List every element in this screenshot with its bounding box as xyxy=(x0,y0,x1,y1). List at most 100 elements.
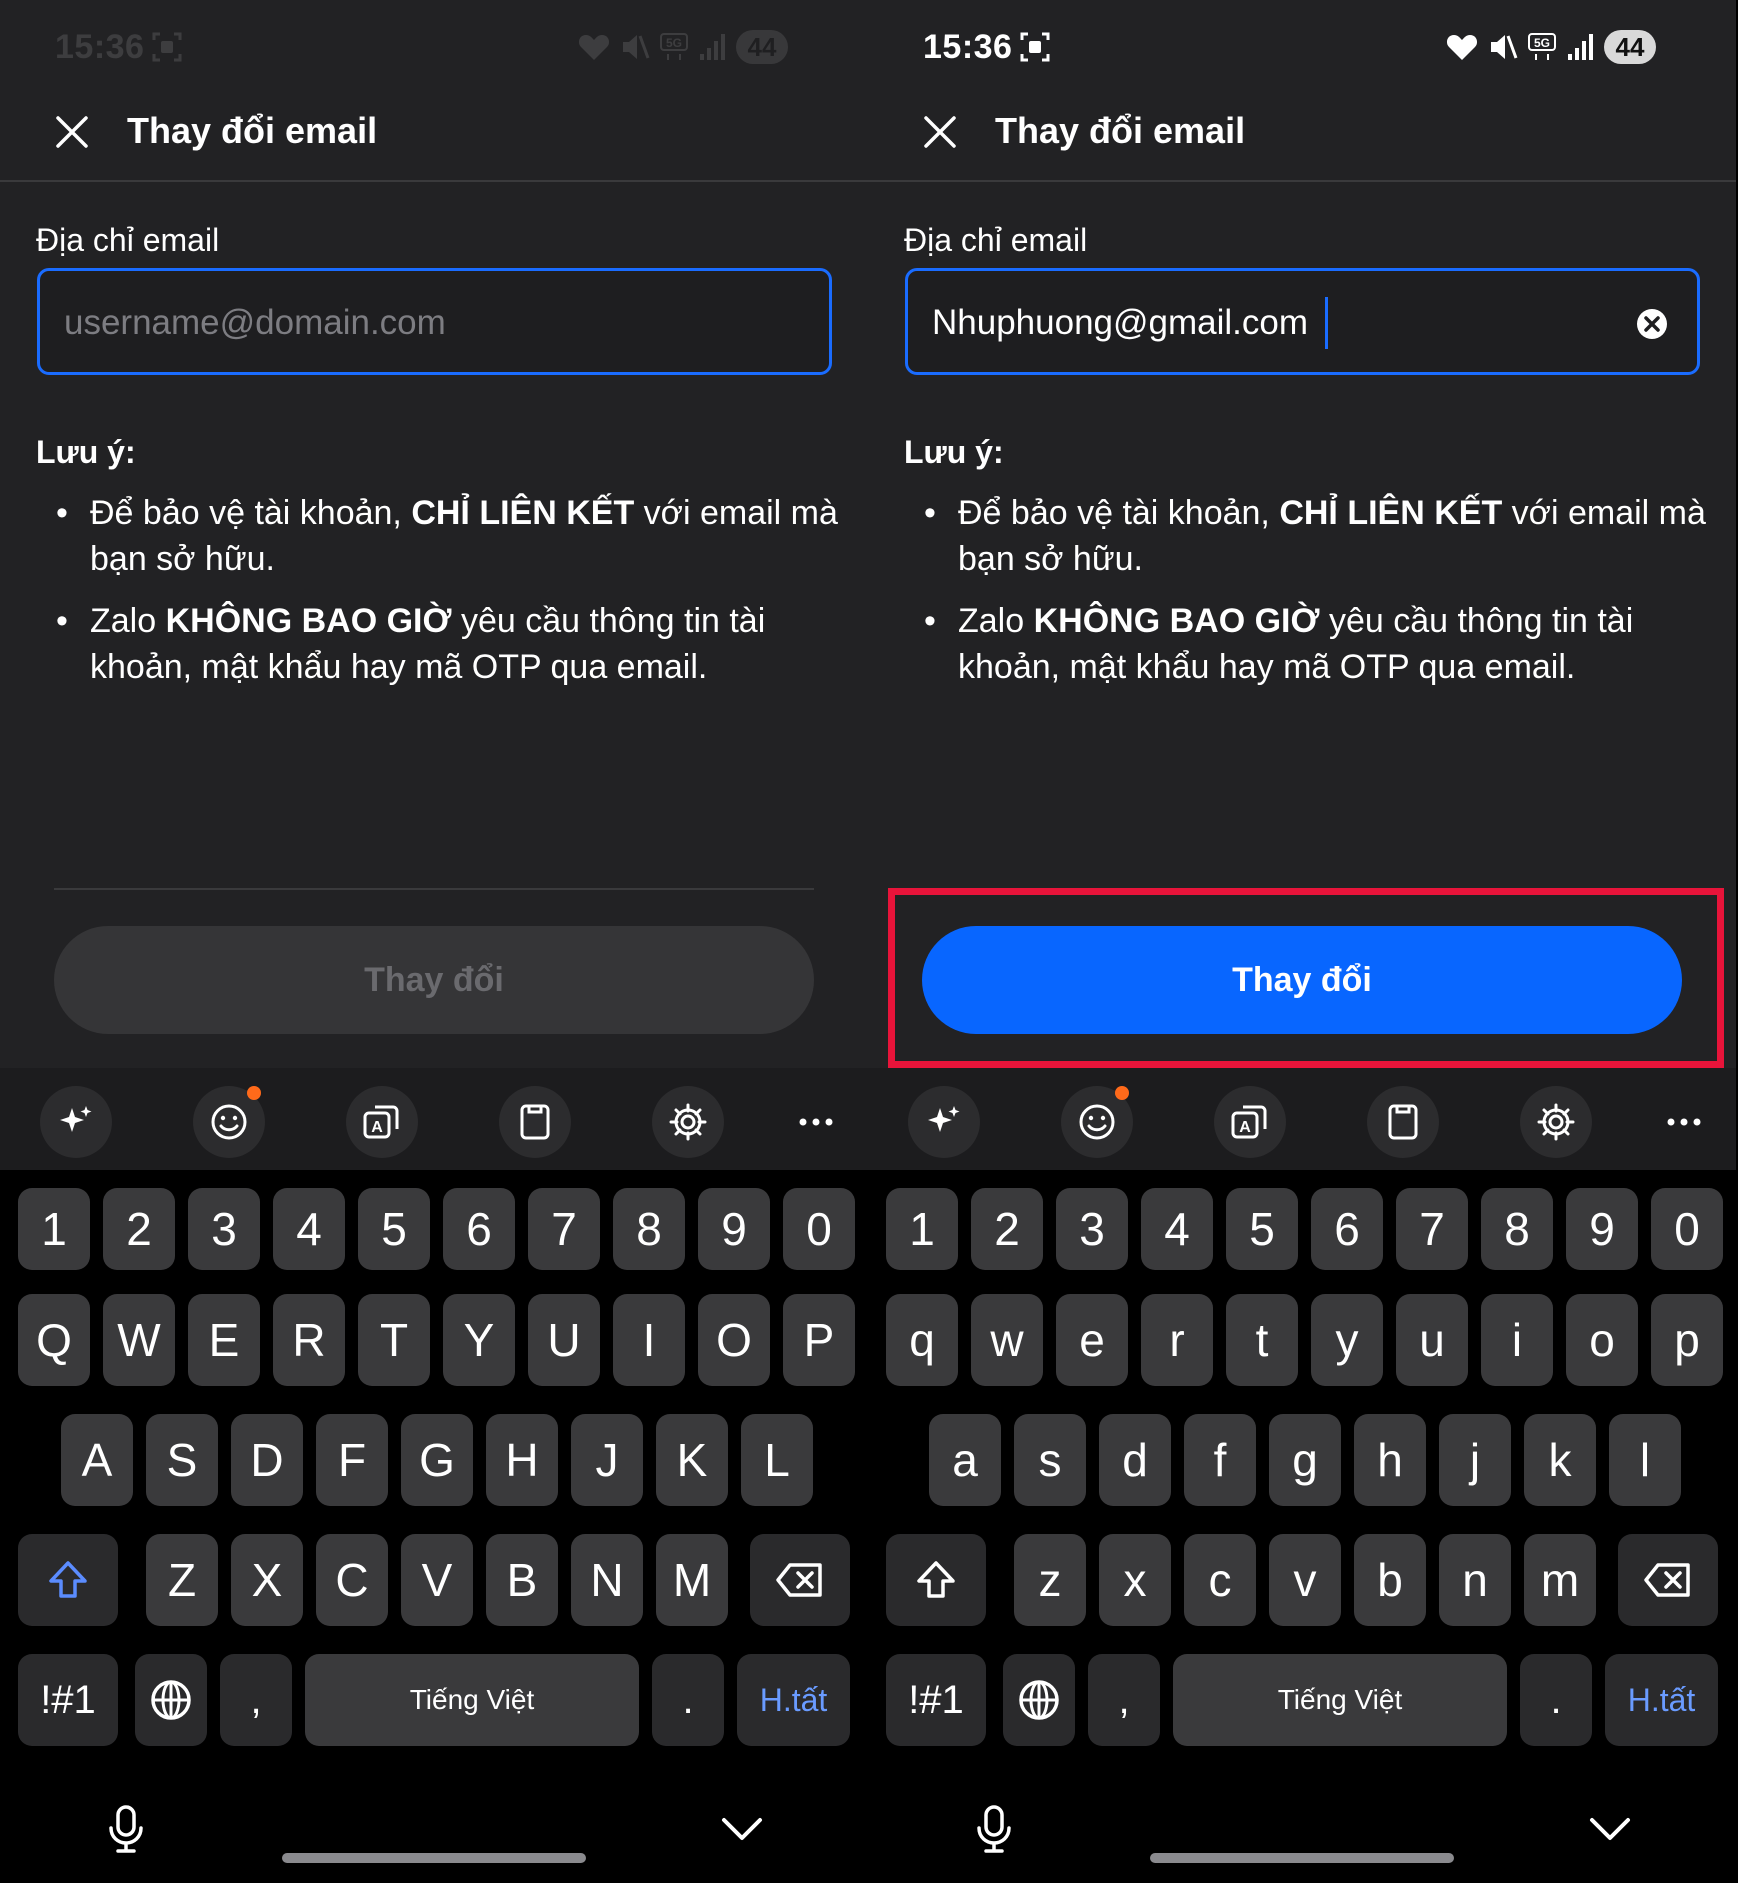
key[interactable]: j xyxy=(1439,1414,1511,1506)
key[interactable]: e xyxy=(1056,1294,1128,1386)
language-key[interactable] xyxy=(135,1654,207,1746)
key[interactable]: 7 xyxy=(1396,1188,1468,1270)
key[interactable]: w xyxy=(971,1294,1043,1386)
key[interactable]: W xyxy=(103,1294,175,1386)
key[interactable]: 4 xyxy=(1141,1188,1213,1270)
key[interactable]: 8 xyxy=(1481,1188,1553,1270)
email-field[interactable]: Nhuphuong@gmail.com xyxy=(905,268,1700,375)
key[interactable]: 8 xyxy=(613,1188,685,1270)
key[interactable]: r xyxy=(1141,1294,1213,1386)
key[interactable]: x xyxy=(1099,1534,1171,1626)
done-key[interactable]: H.tất xyxy=(1605,1654,1718,1746)
key[interactable]: 0 xyxy=(783,1188,855,1270)
key[interactable]: G xyxy=(401,1414,473,1506)
key[interactable]: t xyxy=(1226,1294,1298,1386)
shift-key[interactable] xyxy=(18,1534,118,1626)
key[interactable]: 0 xyxy=(1651,1188,1723,1270)
key[interactable]: 3 xyxy=(188,1188,260,1270)
space-key[interactable]: Tiếng Việt xyxy=(1173,1654,1507,1746)
microphone-icon[interactable] xyxy=(974,1804,1014,1854)
key[interactable]: A xyxy=(61,1414,133,1506)
home-indicator[interactable] xyxy=(282,1853,586,1863)
key[interactable]: E xyxy=(188,1294,260,1386)
key[interactable]: h xyxy=(1354,1414,1426,1506)
key[interactable]: L xyxy=(741,1414,813,1506)
emoji-button[interactable] xyxy=(193,1086,265,1158)
key[interactable]: S xyxy=(146,1414,218,1506)
key[interactable]: 7 xyxy=(528,1188,600,1270)
translate-button[interactable]: A xyxy=(1214,1086,1286,1158)
key[interactable]: Z xyxy=(146,1534,218,1626)
clear-text-icon[interactable] xyxy=(1635,307,1669,341)
key[interactable]: V xyxy=(401,1534,473,1626)
key[interactable]: 1 xyxy=(18,1188,90,1270)
key[interactable]: k xyxy=(1524,1414,1596,1506)
key[interactable]: 9 xyxy=(1566,1188,1638,1270)
more-options-button[interactable] xyxy=(780,1086,852,1158)
space-key[interactable]: Tiếng Việt xyxy=(305,1654,639,1746)
clipboard-button[interactable] xyxy=(1367,1086,1439,1158)
translate-button[interactable]: A xyxy=(346,1086,418,1158)
key[interactable]: u xyxy=(1396,1294,1468,1386)
change-email-button[interactable]: Thay đổi xyxy=(54,926,814,1034)
key[interactable]: 3 xyxy=(1056,1188,1128,1270)
clipboard-button[interactable] xyxy=(499,1086,571,1158)
key[interactable]: f xyxy=(1184,1414,1256,1506)
key[interactable]: X xyxy=(231,1534,303,1626)
home-indicator[interactable] xyxy=(1150,1853,1454,1863)
period-key[interactable]: . xyxy=(1520,1654,1592,1746)
key[interactable]: N xyxy=(571,1534,643,1626)
key[interactable]: z xyxy=(1014,1534,1086,1626)
key[interactable]: F xyxy=(316,1414,388,1506)
key[interactable]: R xyxy=(273,1294,345,1386)
key[interactable]: Y xyxy=(443,1294,515,1386)
language-key[interactable] xyxy=(1003,1654,1075,1746)
key[interactable]: 6 xyxy=(1311,1188,1383,1270)
key[interactable]: p xyxy=(1651,1294,1723,1386)
key[interactable]: O xyxy=(698,1294,770,1386)
key[interactable]: y xyxy=(1311,1294,1383,1386)
email-field[interactable]: username@domain.com xyxy=(37,268,832,375)
done-key[interactable]: H.tất xyxy=(737,1654,850,1746)
key[interactable]: I xyxy=(613,1294,685,1386)
key[interactable]: K xyxy=(656,1414,728,1506)
key[interactable]: U xyxy=(528,1294,600,1386)
close-icon[interactable] xyxy=(52,112,92,152)
key[interactable]: g xyxy=(1269,1414,1341,1506)
key[interactable]: q xyxy=(886,1294,958,1386)
backspace-key[interactable] xyxy=(1618,1534,1718,1626)
key[interactable]: n xyxy=(1439,1534,1511,1626)
key[interactable]: J xyxy=(571,1414,643,1506)
key[interactable]: a xyxy=(929,1414,1001,1506)
key[interactable]: 2 xyxy=(971,1188,1043,1270)
key[interactable]: i xyxy=(1481,1294,1553,1386)
comma-key[interactable]: , xyxy=(1088,1654,1160,1746)
key[interactable]: 6 xyxy=(443,1188,515,1270)
symbols-key[interactable]: !#1 xyxy=(18,1654,118,1746)
key[interactable]: 2 xyxy=(103,1188,175,1270)
key[interactable]: l xyxy=(1609,1414,1681,1506)
key[interactable]: P xyxy=(783,1294,855,1386)
key[interactable]: b xyxy=(1354,1534,1426,1626)
key[interactable]: 5 xyxy=(358,1188,430,1270)
key[interactable]: c xyxy=(1184,1534,1256,1626)
key[interactable]: s xyxy=(1014,1414,1086,1506)
key[interactable]: d xyxy=(1099,1414,1171,1506)
period-key[interactable]: . xyxy=(652,1654,724,1746)
key[interactable]: D xyxy=(231,1414,303,1506)
hide-keyboard-icon[interactable] xyxy=(720,1814,764,1842)
emoji-button[interactable] xyxy=(1061,1086,1133,1158)
key[interactable]: 1 xyxy=(886,1188,958,1270)
keyboard-settings-button[interactable] xyxy=(652,1086,724,1158)
ai-tools-button[interactable] xyxy=(40,1086,112,1158)
key[interactable]: 4 xyxy=(273,1188,345,1270)
key[interactable]: o xyxy=(1566,1294,1638,1386)
keyboard-settings-button[interactable] xyxy=(1520,1086,1592,1158)
backspace-key[interactable] xyxy=(750,1534,850,1626)
close-icon[interactable] xyxy=(920,112,960,152)
key[interactable]: m xyxy=(1524,1534,1596,1626)
key[interactable]: T xyxy=(358,1294,430,1386)
symbols-key[interactable]: !#1 xyxy=(886,1654,986,1746)
comma-key[interactable]: , xyxy=(220,1654,292,1746)
ai-tools-button[interactable] xyxy=(908,1086,980,1158)
